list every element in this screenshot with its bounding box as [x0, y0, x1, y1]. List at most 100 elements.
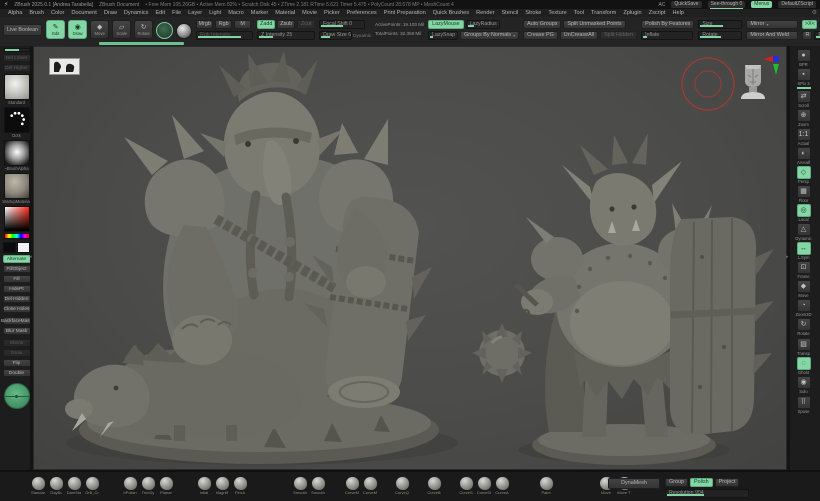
brush-thumb[interactable]: Planar	[158, 477, 174, 495]
see-through-slider[interactable]: See-through 0	[708, 1, 746, 8]
dynamic-label[interactable]: Dynamic	[353, 33, 371, 38]
right-shelf-button[interactable]: ◆ Move	[792, 280, 816, 298]
camera-head-widget[interactable]	[737, 55, 779, 103]
current-brush-icon[interactable]	[156, 22, 173, 39]
shelf-button[interactable]: Flip	[3, 359, 31, 367]
menu-item[interactable]: Render	[473, 10, 497, 16]
polish-button[interactable]: Polish	[690, 478, 713, 487]
rotate-slider[interactable]: Rotate	[698, 31, 742, 40]
lazyradius-slider[interactable]: LazyRadius 1	[466, 20, 500, 29]
document-preview-thumbnail[interactable]	[49, 58, 80, 75]
shelf-thumbnail[interactable]: StartupMaterial	[2, 173, 30, 204]
menu-item[interactable]: Color	[48, 10, 67, 16]
gear-icon[interactable]: ⚙	[812, 9, 817, 16]
menu-item[interactable]: Edit	[152, 10, 168, 16]
lazymouse-button[interactable]: LazyMouse	[428, 20, 464, 29]
shelf-button[interactable]: Alternate	[3, 255, 31, 263]
z-intensity-slider[interactable]: Z Intensity 25	[257, 31, 315, 40]
right-shelf-button[interactable]: 1:1 Actual	[792, 128, 816, 146]
paint-mode-button[interactable]: Mrgb	[196, 20, 213, 29]
draw-size-slider[interactable]: Draw Size 64	[319, 31, 352, 40]
menu-item[interactable]: Marker	[248, 10, 271, 16]
brush-thumb[interactable]: CurveSt	[476, 477, 492, 495]
quicksave-button[interactable]: QuickSave	[671, 1, 701, 8]
brush-thumb[interactable]: hPolish	[122, 477, 138, 495]
menu-item[interactable]: Movie	[299, 10, 320, 16]
brush-thumb[interactable]: DamSta	[66, 477, 82, 495]
brush-thumb[interactable]: Standar	[30, 477, 46, 495]
polish-by-features-button[interactable]: Polish By Features	[641, 20, 694, 29]
right-shelf-button[interactable]: ◌ Ghost	[792, 357, 816, 375]
radial-r-button[interactable]: R	[802, 31, 812, 40]
live-boolean-button[interactable]: Live Boolean	[3, 24, 42, 36]
edit-button[interactable]: ✎Edit	[46, 20, 65, 39]
menu-item[interactable]: Zplugin	[620, 10, 644, 16]
move-button[interactable]: ◆Move	[90, 20, 109, 39]
scale-button[interactable]: ▱Scale	[112, 20, 131, 39]
brush-thumb[interactable]: CurveM	[344, 477, 360, 495]
split-hidden-button[interactable]: Split Hidden	[600, 31, 637, 40]
shelf-button[interactable]: Shrink	[3, 339, 31, 347]
brush-thumb[interactable]: Smooth	[310, 477, 326, 495]
group-button[interactable]: Group	[665, 478, 688, 487]
shelf-thumbnail[interactable]: Standard	[4, 74, 30, 105]
menu-item[interactable]: Document	[68, 10, 100, 16]
auto-groups-button[interactable]: Auto Groups	[523, 20, 561, 29]
shelf-button[interactable]: FillObject	[3, 265, 31, 273]
right-shelf-button[interactable]: ▦ Floor	[792, 185, 816, 203]
mirror-and-weld-button[interactable]: Mirror And Weld	[746, 31, 798, 40]
sculpt-mode-button[interactable]: Zsub	[277, 20, 295, 29]
right-shelf-button[interactable]: ↔ L.Sym	[792, 242, 816, 260]
shelf-thumbnail[interactable]: Dots	[4, 107, 30, 138]
brush-thumb[interactable]: Paint	[538, 477, 554, 495]
menu-item[interactable]: Macro	[225, 10, 247, 16]
menu-item[interactable]: Brush	[26, 10, 47, 16]
brush-thumb[interactable]: CurveA	[494, 477, 510, 495]
menu-item[interactable]: Print Preparation	[381, 10, 429, 16]
menu-item[interactable]: Texture	[545, 10, 569, 16]
sculpt-mode-button[interactable]: Zadd	[257, 20, 275, 29]
right-shelf-button[interactable]: ▨ Transp	[792, 338, 816, 356]
draw-button[interactable]: ◉Draw	[68, 20, 87, 39]
groups-by-normals-dropdown[interactable]: Groups By Normals	[460, 31, 519, 40]
gyro-widget[interactable]	[4, 383, 30, 409]
lazysnap-slider[interactable]: LazySnap 0	[428, 31, 458, 40]
brush-thumb[interactable]: TrimDy	[140, 477, 156, 495]
brush-thumb[interactable]: Inflat	[196, 477, 212, 495]
menu-item[interactable]: Dynamics	[121, 10, 152, 16]
color-picker[interactable]	[4, 206, 30, 232]
menu-item[interactable]: Transform	[588, 10, 619, 16]
brush-thumb[interactable]: CurveB	[426, 477, 442, 495]
right-tray-divider[interactable]	[787, 46, 790, 470]
right-shelf-button[interactable]: ⠿ Xpose	[792, 396, 816, 414]
brush-thumb[interactable]: OrB_Cr	[84, 477, 100, 495]
brush-thumb[interactable]: Magnifi	[214, 477, 230, 495]
shelf-button[interactable]: Del Higher	[3, 64, 31, 72]
radial-count-slider[interactable]: RadialCount	[814, 31, 820, 40]
shelf-button[interactable]: Blur Mask	[3, 327, 31, 335]
right-shelf-button[interactable]: ◇ Persp	[792, 166, 816, 184]
menu-item[interactable]: Tool	[571, 10, 587, 16]
shelf-button[interactable]: Del Lower	[3, 54, 31, 62]
current-material-icon[interactable]	[176, 23, 192, 39]
menu-item[interactable]: Help	[669, 10, 687, 16]
uncrease-all-button[interactable]: UnCreaseAll	[560, 31, 598, 40]
right-shelf-button[interactable]: ⊡ Frame	[792, 261, 816, 279]
right-shelf-button[interactable]: △ Dynamic	[792, 223, 816, 241]
crease-pg-button[interactable]: Crease PG	[523, 31, 558, 40]
shelf-button[interactable]: Close Holes	[3, 305, 31, 313]
menu-item[interactable]: Light	[206, 10, 224, 16]
brush-thumb[interactable]: CurveM	[362, 477, 378, 495]
right-shelf-button[interactable]: ◔ Zoom3D	[792, 299, 816, 317]
sdiv-mini-slider[interactable]	[4, 48, 30, 52]
menu-item[interactable]: Zscript	[646, 10, 669, 16]
inflate-slider[interactable]: Inflate	[641, 31, 693, 40]
focal-shift-slider[interactable]: Focal Shift 0	[319, 20, 365, 29]
menus-button[interactable]: Menus	[751, 1, 772, 8]
rotate-button[interactable]: ↻Rotate	[134, 20, 153, 39]
brush-thumb[interactable]: CurveQ	[394, 477, 410, 495]
brush-thumb[interactable]: Smooth	[292, 477, 308, 495]
size-slider[interactable]: Size	[698, 20, 742, 29]
right-shelf-button[interactable]: ⊕ Zoom	[792, 109, 816, 127]
sculpt-mode-button[interactable]: Zcut	[297, 20, 315, 29]
